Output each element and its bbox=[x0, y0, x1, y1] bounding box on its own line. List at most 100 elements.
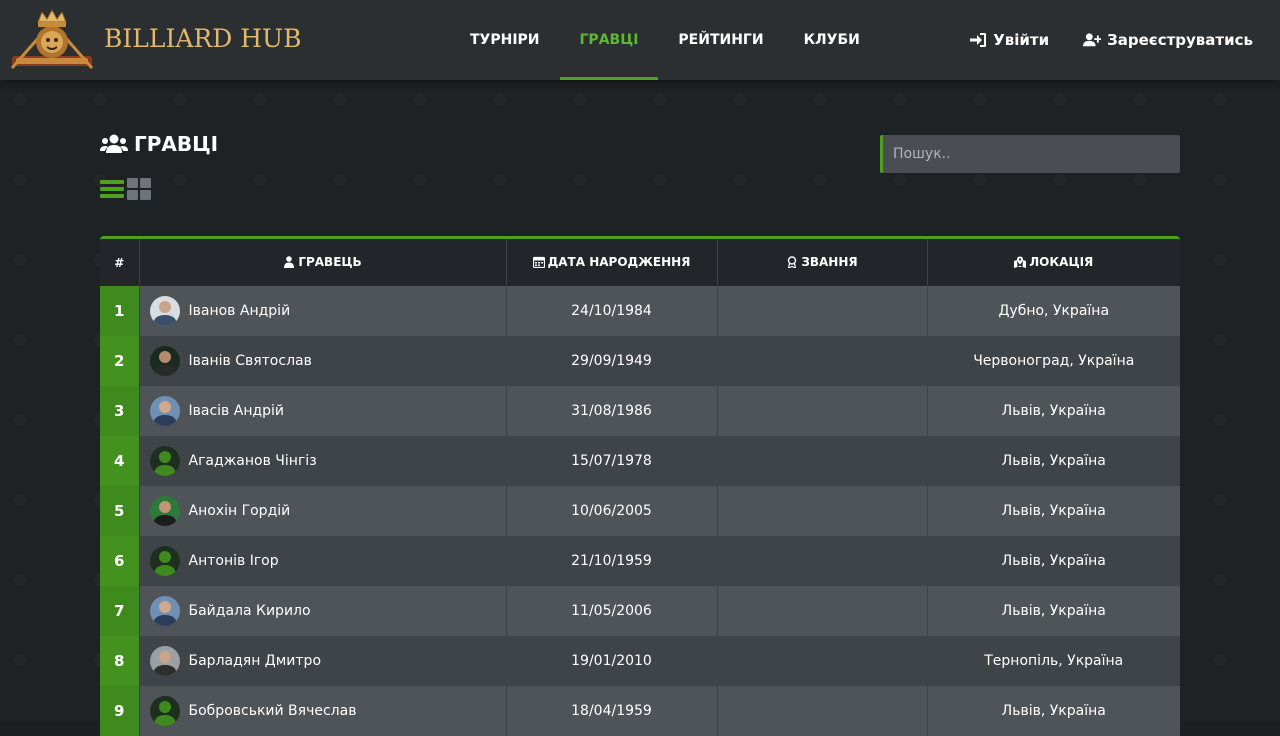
col-header-num[interactable]: # bbox=[100, 239, 140, 286]
birth-date: 11/05/2006 bbox=[506, 586, 718, 636]
row-number: 2 bbox=[100, 336, 140, 386]
calendar-icon bbox=[532, 256, 545, 268]
table-row[interactable]: 4 Агаджанов Чінгіз 15/07/1978 Львів, Україн… bbox=[100, 436, 1180, 486]
player-name[interactable]: Івасів Андрій bbox=[189, 403, 285, 419]
award-icon bbox=[788, 255, 797, 268]
table-row[interactable]: 2 Іванів Святослав 29/09/1949 Червоноград, … bbox=[100, 336, 1180, 386]
user-plus-icon bbox=[1083, 33, 1102, 47]
birth-date: 31/08/1986 bbox=[506, 386, 718, 436]
col-header-location[interactable]: ЛОКАЦІЯ bbox=[927, 239, 1180, 286]
auth-links: Увійти Зареєструватись bbox=[969, 0, 1253, 80]
rank bbox=[717, 636, 928, 686]
player-name[interactable]: Агаджанов Чінгіз bbox=[189, 453, 317, 469]
avatar[interactable] bbox=[149, 646, 180, 676]
search-input[interactable] bbox=[880, 135, 1180, 173]
player-cell[interactable]: Барладян Дмитро bbox=[139, 636, 507, 686]
nav-item-ratings[interactable]: РЕЙТИНГИ bbox=[658, 0, 783, 80]
location: Львів, Україна bbox=[927, 686, 1180, 736]
row-number: 3 bbox=[100, 386, 140, 436]
player-name[interactable]: Антонів Ігор bbox=[189, 553, 279, 569]
birth-date: 19/01/2010 bbox=[506, 636, 718, 686]
player-name[interactable]: Іванов Андрій bbox=[189, 303, 291, 319]
brand-name[interactable]: BILLIARD HUB bbox=[104, 24, 301, 53]
player-cell[interactable]: Антонів Ігор bbox=[139, 536, 507, 586]
location: Львів, Україна bbox=[927, 486, 1180, 536]
avatar[interactable] bbox=[149, 496, 180, 526]
birth-date: 29/09/1949 bbox=[506, 336, 718, 386]
top-navbar: BILLIARD HUB ТУРНІРИ ГРАВЦІ РЕЙТИНГИ КЛУ… bbox=[0, 0, 1280, 80]
birth-date: 10/06/2005 bbox=[506, 486, 718, 536]
birth-date: 21/10/1959 bbox=[506, 536, 718, 586]
player-cell[interactable]: Івасів Андрій bbox=[139, 386, 507, 436]
location: Червоноград, Україна bbox=[927, 336, 1180, 386]
avatar[interactable] bbox=[149, 346, 180, 376]
register-label: Зареєструватись bbox=[1107, 31, 1253, 49]
player-name[interactable]: Барладян Дмитро bbox=[189, 653, 322, 669]
page-title-text: ГРАВЦІ bbox=[134, 132, 219, 156]
row-number: 1 bbox=[100, 286, 140, 336]
nav-item-tournaments[interactable]: ТУРНІРИ bbox=[450, 0, 560, 80]
avatar[interactable] bbox=[149, 396, 180, 426]
player-cell[interactable]: Агаджанов Чінгіз bbox=[139, 436, 507, 486]
row-number: 4 bbox=[100, 436, 140, 486]
table-row[interactable]: 7 Байдала Кирило 11/05/2006 Львів, Україна bbox=[100, 586, 1180, 636]
avatar[interactable] bbox=[149, 446, 180, 476]
table-row[interactable]: 8 Барладян Дмитро 19/01/2010 Тернопіль, Укр… bbox=[100, 636, 1180, 686]
birth-date: 18/04/1959 bbox=[506, 686, 718, 736]
avatar[interactable] bbox=[149, 296, 180, 326]
login-link[interactable]: Увійти bbox=[969, 31, 1049, 49]
rank bbox=[717, 336, 928, 386]
row-number: 5 bbox=[100, 486, 140, 536]
rank bbox=[717, 686, 928, 736]
rank bbox=[717, 536, 928, 586]
birth-date: 24/10/1984 bbox=[506, 286, 718, 336]
col-header-birth[interactable]: ДАТА НАРОДЖЕННЯ bbox=[506, 239, 718, 286]
avatar[interactable] bbox=[149, 696, 180, 726]
rank bbox=[717, 486, 928, 536]
row-number: 8 bbox=[100, 636, 140, 686]
row-number: 6 bbox=[100, 536, 140, 586]
table-row[interactable]: 3 Івасів Андрій 31/08/1986 Львів, Україна bbox=[100, 386, 1180, 436]
table-row[interactable]: 6 Антонів Ігор 21/10/1959 Львів, Україна bbox=[100, 536, 1180, 586]
player-cell[interactable]: Іванів Святослав bbox=[139, 336, 507, 386]
login-label: Увійти bbox=[993, 31, 1050, 49]
grid-view-icon[interactable] bbox=[127, 178, 151, 200]
users-icon bbox=[100, 134, 128, 153]
player-cell[interactable]: Іванов Андрій bbox=[139, 286, 507, 336]
player-name[interactable]: Анохін Гордій bbox=[189, 503, 291, 519]
location: Львів, Україна bbox=[927, 586, 1180, 636]
birth-date: 15/07/1978 bbox=[506, 436, 718, 486]
sign-in-icon bbox=[970, 33, 987, 47]
location: Львів, Україна bbox=[927, 536, 1180, 586]
rank bbox=[717, 386, 928, 436]
player-name[interactable]: Байдала Кирило bbox=[189, 603, 311, 619]
player-cell[interactable]: Анохін Гордій bbox=[139, 486, 507, 536]
player-name[interactable]: Іванів Святослав bbox=[189, 353, 312, 369]
location: Львів, Україна bbox=[927, 436, 1180, 486]
table-row[interactable]: 5 Анохін Гордій 10/06/2005 Львів, Україна bbox=[100, 486, 1180, 536]
billiard-hub-logo[interactable] bbox=[10, 8, 94, 72]
avatar[interactable] bbox=[149, 546, 180, 576]
rank bbox=[717, 436, 928, 486]
nav-item-clubs[interactable]: КЛУБИ bbox=[784, 0, 880, 80]
avatar[interactable] bbox=[149, 596, 180, 626]
col-header-rank[interactable]: ЗВАННЯ bbox=[717, 239, 928, 286]
nav-item-players[interactable]: ГРАВЦІ bbox=[559, 0, 659, 80]
player-name[interactable]: Бобровський Вячеслав bbox=[189, 703, 357, 719]
register-link[interactable]: Зареєструватись bbox=[1083, 31, 1253, 49]
player-cell[interactable]: Бобровський Вячеслав bbox=[139, 686, 507, 736]
row-number: 9 bbox=[100, 686, 140, 736]
col-header-player[interactable]: ГРАВЕЦЬ bbox=[139, 239, 507, 286]
location: Тернопіль, Україна bbox=[927, 636, 1180, 686]
list-view-icon[interactable] bbox=[100, 178, 124, 200]
location: Львів, Україна bbox=[927, 386, 1180, 436]
map-marked-icon bbox=[1014, 256, 1027, 268]
page-title: ГРАВЦІ bbox=[100, 132, 218, 156]
players-table: # ГРАВЕЦЬ ДАТА НАРОДЖЕННЯ ЗВАННЯ ЛОКАЦІЯ… bbox=[100, 236, 1180, 736]
location: Дубно, Україна bbox=[927, 286, 1180, 336]
table-row[interactable]: 9 Бобровський Вячеслав 18/04/1959 Львів, Ук… bbox=[100, 686, 1180, 736]
table-row[interactable]: 1 Іванов Андрій 24/10/1984 Дубно, Україна bbox=[100, 286, 1180, 336]
player-cell[interactable]: Байдала Кирило bbox=[139, 586, 507, 636]
rank bbox=[717, 286, 928, 336]
row-number: 7 bbox=[100, 586, 140, 636]
